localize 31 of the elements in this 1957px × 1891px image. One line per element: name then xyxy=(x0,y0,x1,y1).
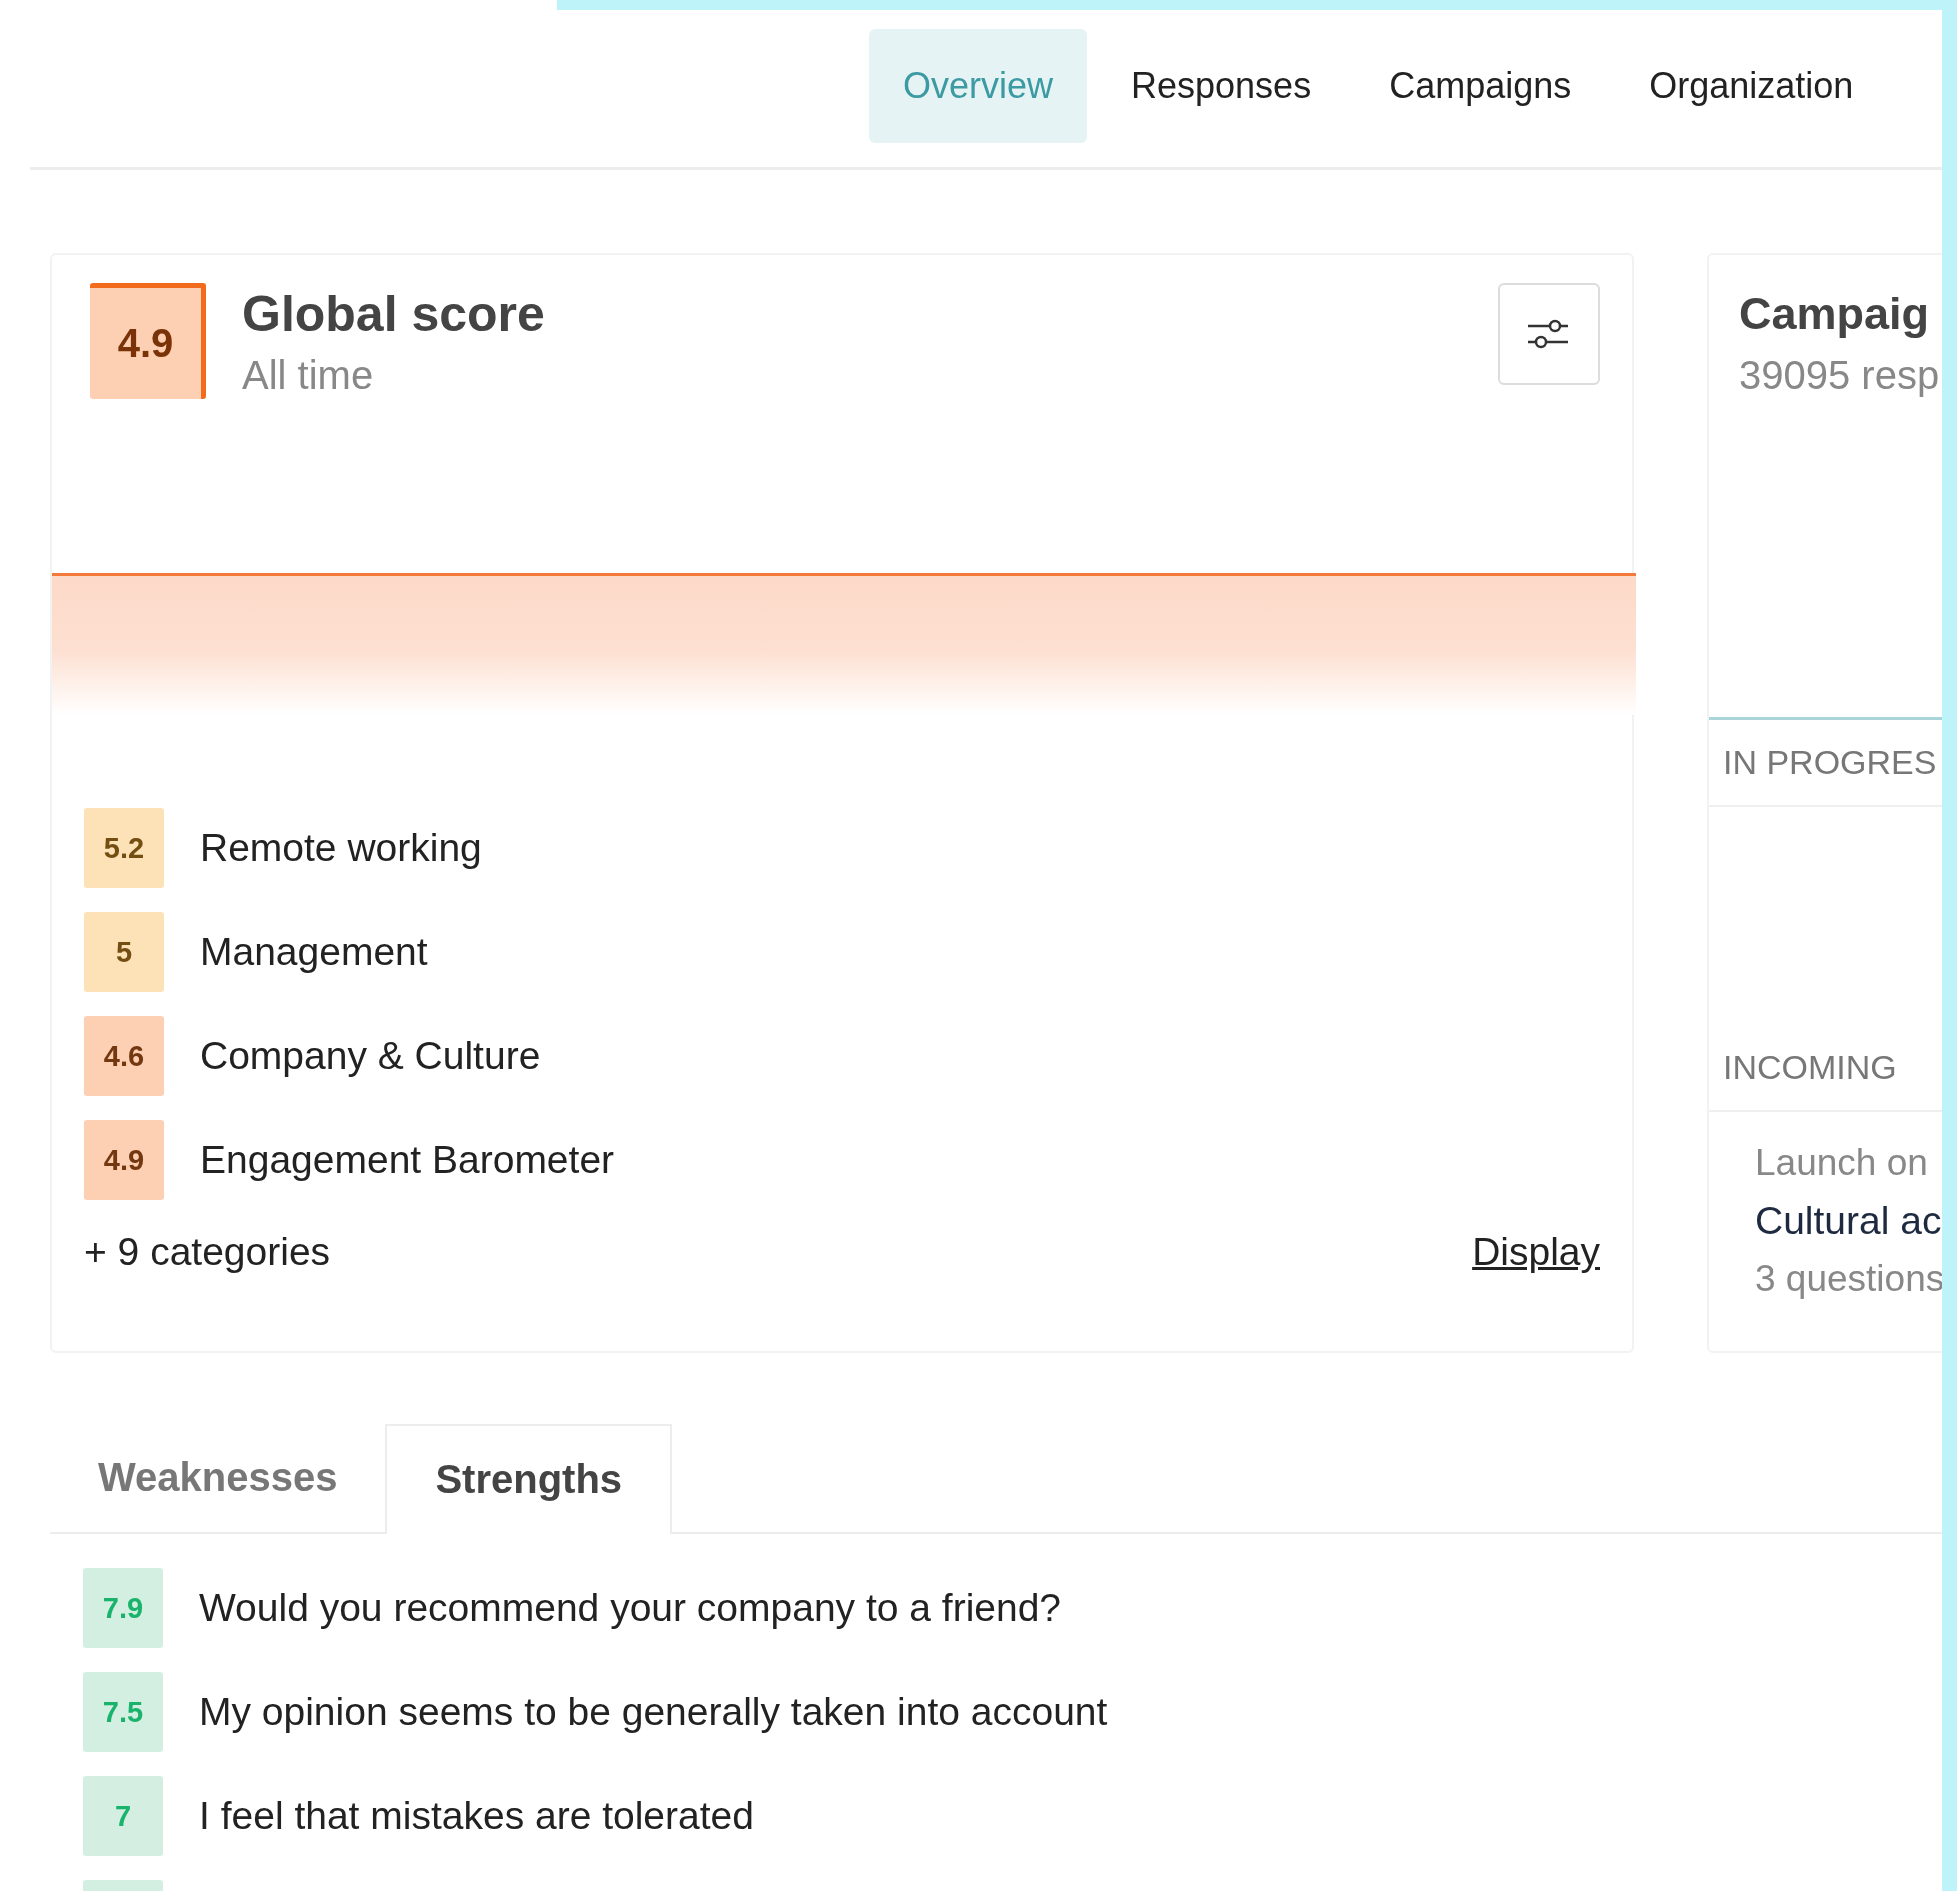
score-badge: 4.9 xyxy=(84,1120,164,1200)
launch-date: Launch on xyxy=(1755,1141,1929,1185)
card-title: Global score xyxy=(242,285,546,344)
score-badge: 4.9 xyxy=(90,283,206,399)
result-tab[interactable]: Strengths xyxy=(385,1424,673,1534)
campaign-name[interactable]: Cultural ac xyxy=(1755,1192,1942,1250)
result-tab[interactable]: Weaknesses xyxy=(50,1424,386,1532)
card-title: Campaig xyxy=(1739,287,1931,341)
categories-count: + 9 categories xyxy=(84,1230,331,1274)
nav-tab[interactable]: Responses xyxy=(1097,29,1346,143)
category-label: Management xyxy=(200,930,428,974)
question-label: Would you recommend your company to a friend? xyxy=(199,1586,1062,1630)
score-badge: 4.6 xyxy=(84,1016,164,1096)
score-badge: 7.9 xyxy=(83,1568,163,1648)
nav-tab[interactable]: Organization xyxy=(1615,29,1888,143)
card-subtitle: 39095 resp xyxy=(1739,352,1941,399)
category-label: Remote working xyxy=(200,826,482,870)
score-badge: 5 xyxy=(84,912,164,992)
section-heading: IN PROGRES xyxy=(1709,720,1942,807)
question-label: I feel that mistakes are tolerated xyxy=(199,1794,754,1838)
section-heading: INCOMING xyxy=(1709,1025,1942,1112)
card-subtitle: All time xyxy=(242,352,375,399)
category-label: Company & Culture xyxy=(200,1034,541,1078)
score-badge: 7.5 xyxy=(83,1672,163,1752)
category-label: Engagement Barometer xyxy=(200,1138,615,1182)
score-badge: 5.2 xyxy=(84,808,164,888)
question-label: My opinion seems to be generally taken into account xyxy=(199,1690,1108,1734)
filter-button[interactable] xyxy=(1498,283,1600,385)
display-link[interactable]: Display xyxy=(1472,1230,1600,1274)
score-badge: 7 xyxy=(83,1776,163,1856)
nav-tab[interactable]: Campaigns xyxy=(1355,29,1606,143)
